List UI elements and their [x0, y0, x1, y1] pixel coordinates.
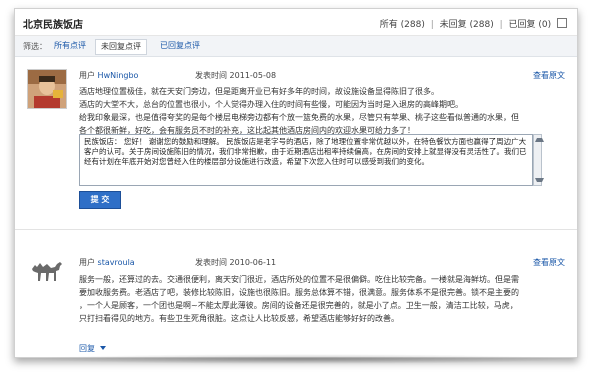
reply-label: 回复	[79, 344, 95, 353]
user-name-link[interactable]: HwNingbo	[98, 71, 139, 80]
review-panel: 北京民族饭店 所有 (288) | 未回复 (288) | 已回复 (0) 筛选…	[14, 8, 578, 358]
review-text: 服务一般，还算过的去。交通很便利，离天安门很近，酒店所处的位置不是很偏僻。吃住比…	[79, 273, 559, 325]
review-line: 要加收服务费。老酒店了吧，装修比较陈旧，设施也很陈旧。服务总体算不错，很满意。服…	[79, 288, 519, 297]
user-prefix: 用户	[79, 258, 95, 267]
review-line: 酒店的大堂不大，总台的位置也很小，个人觉得办理入住的时间有些慢，可能因为当时是入…	[79, 100, 463, 109]
user-name-link[interactable]: stavroula	[98, 258, 135, 267]
post-time: 发表时间 2011-05-08	[195, 70, 276, 81]
filter-label: 筛选：	[23, 42, 47, 51]
view-original-link[interactable]: 查看原文	[533, 257, 565, 268]
review-author: 用户 HwNingbo	[79, 70, 138, 81]
separator: |	[430, 20, 434, 30]
review-line: 服务一般，还算过的去。交通很便利，离天安门很近，酒店所处的位置不是很偏僻。吃住比…	[79, 275, 519, 284]
reply-toggle[interactable]: 回复	[79, 343, 106, 354]
page-shadow	[30, 354, 570, 364]
review-text: 酒店地理位置极佳，就在天安门旁边，但是距离开业已有好多年的时间，故设施设备显得陈…	[79, 85, 559, 137]
tab-unreplied-reviews[interactable]: 未回复点评	[95, 39, 147, 55]
avatar-photo-icon	[28, 70, 66, 108]
user-avatar	[27, 69, 67, 109]
tab-replied-reviews[interactable]: 已回复点评	[155, 39, 205, 53]
submit-button[interactable]: 提 交	[79, 191, 121, 209]
camel-avatar-icon	[32, 262, 62, 281]
review-line: ，一个人是顾客，一个团也是啊~不能太厚此薄彼。房间的设备还是很完善的，就是小了点…	[79, 301, 518, 310]
review-author: 用户 stavroula	[79, 257, 135, 268]
count-unreplied[interactable]: 未回复 (288)	[440, 20, 494, 30]
review-line: 酒店地理位置极佳，就在天安门旁边，但是距离开业已有好多年的时间，故设施设备显得陈…	[79, 87, 439, 96]
tab-all-reviews[interactable]: 所有点评	[49, 39, 91, 53]
reply-scrollbar[interactable]	[533, 134, 544, 186]
checkbox-icon[interactable]	[557, 18, 567, 28]
review-item: 用户 stavroula 发表时间 2010-06-11 查看原文 服务一般，还…	[15, 231, 577, 357]
time-prefix: 发表时间	[195, 258, 227, 267]
count-filters: 所有 (288) | 未回复 (288) | 已回复 (0)	[377, 17, 567, 30]
divider	[15, 229, 577, 230]
reply-textarea[interactable]: 民族饭店： 您好！ 谢谢您的鼓励和理解。 民族饭店是老字号的酒店，除了地理位置非…	[79, 134, 533, 186]
review-line: 给我印象最深，也是值得夸奖的是每个楼层电梯旁边都有个放一篮免费的水果，尽管只有苹…	[79, 113, 519, 122]
hotel-name: 北京民族饭店	[23, 20, 83, 31]
time-value: 2010-06-11	[229, 258, 277, 267]
review-line: 只打扫看得见的地方。有些卫生死角很脏。这点让人比较反感，希望酒店能够好好的改善。	[79, 314, 399, 323]
scroll-down-icon[interactable]	[535, 178, 544, 182]
view-original-link[interactable]: 查看原文	[533, 70, 565, 81]
time-prefix: 发表时间	[195, 71, 227, 80]
filter-bar: 筛选： 所有点评 未回复点评 已回复点评	[15, 36, 577, 57]
header-bar: 北京民族饭店 所有 (288) | 未回复 (288) | 已回复 (0)	[15, 9, 577, 36]
chevron-down-icon	[99, 346, 106, 350]
time-value: 2011-05-08	[229, 71, 277, 80]
separator: |	[499, 20, 503, 30]
user-prefix: 用户	[79, 71, 95, 80]
count-replied[interactable]: 已回复 (0)	[509, 20, 552, 30]
post-time: 发表时间 2010-06-11	[195, 257, 276, 268]
count-all[interactable]: 所有 (288)	[380, 20, 425, 30]
scroll-up-icon[interactable]	[535, 138, 544, 142]
